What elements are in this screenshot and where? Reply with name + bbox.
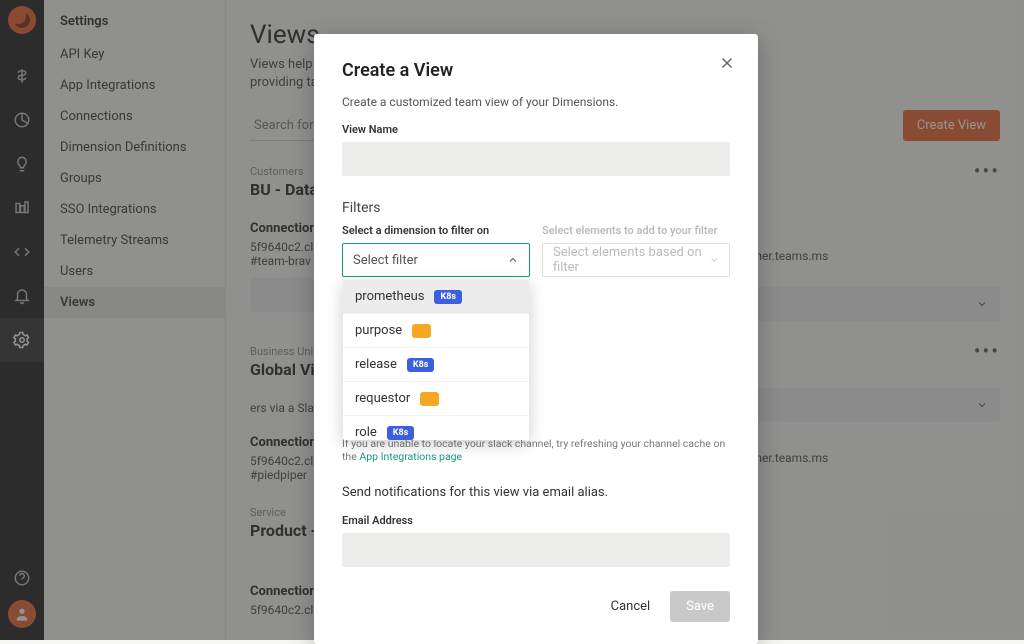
select-filter-dropdown[interactable]: Select filter prometheusK8s purpose rele…: [342, 243, 530, 277]
select-elements-dropdown: Select elements based on filter: [542, 243, 730, 277]
dropdown-item[interactable]: prometheusK8s: [343, 280, 529, 314]
hint-text: If you are unable to locate your slack c…: [342, 437, 730, 463]
chevron-down-icon: [709, 254, 720, 266]
select-filter-placeholder: Select filter: [353, 253, 418, 268]
view-name-input[interactable]: [342, 142, 730, 176]
create-view-modal: Create a View Create a customized team v…: [314, 34, 758, 644]
modal-title: Create a View: [342, 60, 730, 81]
notification-line: Send notifications for this view via ema…: [342, 485, 730, 500]
view-name-label: View Name: [342, 123, 730, 136]
close-icon[interactable]: [718, 54, 736, 76]
dropdown-item[interactable]: requestor: [343, 382, 529, 416]
modal-description: Create a customized team view of your Di…: [342, 95, 730, 109]
filters-heading: Filters: [342, 200, 730, 216]
select-elements-placeholder: Select elements based on filter: [553, 245, 709, 275]
filter-dropdown-menu: prometheusK8s purpose releaseK8s request…: [343, 280, 529, 440]
dropdown-item[interactable]: releaseK8s: [343, 348, 529, 382]
save-button[interactable]: Save: [670, 591, 730, 622]
select-dimension-label: Select a dimension to filter on: [342, 224, 530, 237]
chevron-up-icon: [507, 254, 519, 266]
cancel-button[interactable]: Cancel: [605, 591, 657, 622]
dropdown-item[interactable]: purpose: [343, 314, 529, 348]
email-label: Email Address: [342, 514, 730, 527]
email-input[interactable]: [342, 533, 730, 567]
app-integrations-link[interactable]: App Integrations page: [359, 450, 462, 463]
select-elements-label: Select elements to add to your filter: [542, 224, 730, 237]
dropdown-item[interactable]: roleK8s: [343, 416, 529, 440]
